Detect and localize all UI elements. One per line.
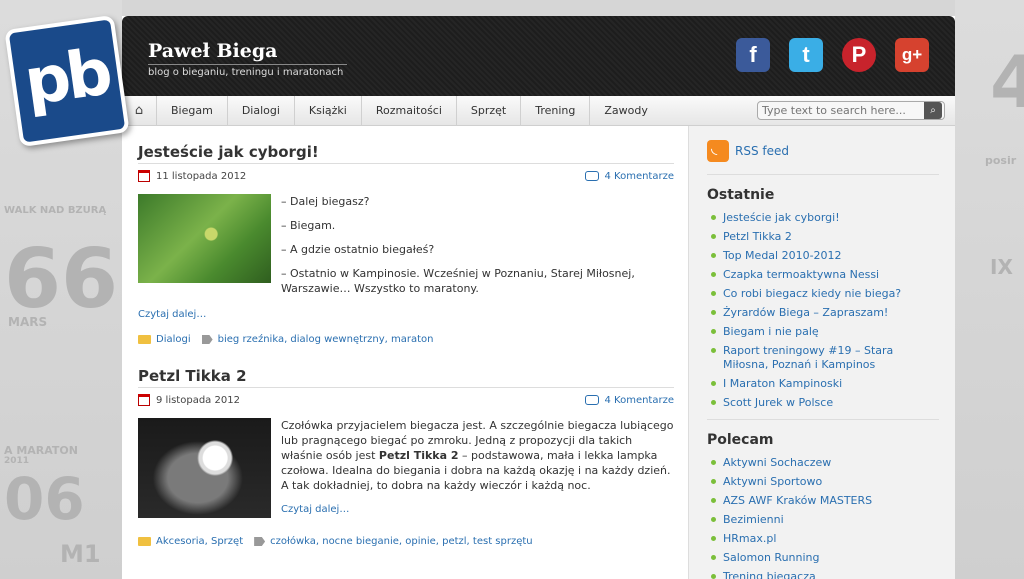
nav-item-zawody[interactable]: Zawody: [589, 95, 662, 126]
post-thumbnail[interactable]: [138, 194, 271, 283]
post-title[interactable]: Jesteście jak cyborgi!: [138, 143, 674, 164]
page-container: Paweł Biega blog o bieganiu, treningu i …: [122, 16, 955, 579]
read-more-link[interactable]: Czytaj dalej…: [138, 309, 674, 320]
paragraph: Czołówka przyjacielem biegacza jest. A s…: [281, 418, 674, 493]
recent-post-link[interactable]: Co robi biegacz kiedy nie biega?: [707, 285, 939, 304]
background-decor-text: posir: [985, 154, 1017, 167]
paragraph-bold: Petzl Tikka 2: [378, 449, 459, 462]
folder-icon: [138, 335, 151, 344]
background-decor-text: 06: [4, 465, 85, 533]
search-icon[interactable]: ⌕: [924, 102, 942, 119]
paragraph: – Biegam.: [281, 219, 336, 232]
post-tags: Dialogi bieg rzeźnika, dialog wewnętrzny…: [138, 334, 674, 345]
background-decor-text: M1: [60, 540, 101, 568]
comments-count[interactable]: 4 Komentarze: [604, 395, 674, 406]
recent-post-link[interactable]: Scott Jurek w Polsce: [707, 394, 939, 413]
read-more-link[interactable]: Czytaj dalej…: [281, 502, 674, 517]
category-link[interactable]: Akcesoria, Sprzęt: [156, 536, 243, 547]
recommended-link[interactable]: Salomon Running: [707, 549, 939, 568]
rss-feed-link[interactable]: RSS feed: [707, 138, 939, 175]
nav-item-biegam[interactable]: Biegam: [156, 95, 227, 126]
facebook-icon[interactable]: f: [736, 38, 770, 72]
post-title[interactable]: Petzl Tikka 2: [138, 367, 674, 388]
comments-link[interactable]: 4 Komentarze: [585, 394, 674, 406]
tags-links[interactable]: czołówka, nocne bieganie, opinie, petzl,…: [270, 536, 533, 547]
post-body: Czołówka przyjacielem biegacza jest. A s…: [138, 418, 674, 518]
post-date-text: 9 listopada 2012: [156, 394, 240, 406]
search-box: ⌕: [757, 101, 945, 120]
calendar-icon: [138, 394, 150, 406]
comments-link[interactable]: 4 Komentarze: [585, 170, 674, 182]
paragraph: – A gdzie ostatnio biegałeś?: [281, 243, 435, 256]
comment-icon: [585, 171, 600, 181]
recommended-links-list: Aktywni Sochaczew Aktywni Sportowo AZS A…: [707, 454, 939, 579]
twitter-icon[interactable]: t: [789, 38, 823, 72]
social-links: f t P g+: [736, 38, 929, 72]
comments-count[interactable]: 4 Komentarze: [604, 171, 674, 182]
post: Jesteście jak cyborgi! 11 listopada 2012…: [138, 143, 674, 345]
nav-item-sprzet[interactable]: Sprzęt: [455, 95, 520, 126]
post-date: 9 listopada 2012: [138, 394, 240, 406]
post-meta: 11 listopada 2012 4 Komentarze: [138, 170, 674, 182]
post-thumbnail[interactable]: [138, 418, 271, 518]
rss-icon: [707, 138, 729, 162]
recent-post-link[interactable]: Jesteście jak cyborgi!: [707, 209, 939, 228]
category-link[interactable]: Dialogi: [156, 334, 191, 345]
nav-item-rozmaitosci[interactable]: Rozmaitości: [360, 95, 456, 126]
post-date: 11 listopada 2012: [138, 170, 246, 182]
background-decor-text: 66: [4, 232, 119, 327]
recent-post-link[interactable]: Top Medal 2010-2012: [707, 247, 939, 266]
post-meta: 9 listopada 2012 4 Komentarze: [138, 394, 674, 406]
recent-post-link[interactable]: Petzl Tikka 2: [707, 228, 939, 247]
recommended-link[interactable]: HRmax.pl: [707, 530, 939, 549]
site-header: Paweł Biega blog o bieganiu, treningu i …: [122, 16, 955, 96]
post-excerpt: Czołówka przyjacielem biegacza jest. A s…: [281, 418, 674, 518]
search-input[interactable]: [758, 104, 924, 117]
recent-post-link[interactable]: Biegam i nie palę: [707, 323, 939, 342]
recent-post-link[interactable]: Żyrardów Biega – Zapraszam!: [707, 304, 939, 323]
recommended-link[interactable]: Aktywni Sportowo: [707, 473, 939, 492]
paragraph: – Ostatnio w Kampinosie. Wcześniej w Poz…: [281, 267, 635, 295]
recommended-link[interactable]: AZS AWF Kraków MASTERS: [707, 492, 939, 511]
post-excerpt: – Dalej biegasz? – Biegam. – A gdzie ost…: [281, 194, 674, 305]
post-date-text: 11 listopada 2012: [156, 170, 247, 182]
background-decor-text: 4: [990, 40, 1024, 124]
tags-links[interactable]: bieg rzeźnika, dialog wewnętrzny, marato…: [218, 334, 434, 345]
recommended-link[interactable]: Trening biegacza: [707, 568, 939, 579]
tag-icon: [201, 335, 213, 344]
rss-label[interactable]: RSS feed: [735, 144, 789, 158]
recent-post-link[interactable]: Raport treningowy #19 – Stara Miłosna, P…: [707, 342, 939, 375]
recent-posts-list: Jesteście jak cyborgi! Petzl Tikka 2 Top…: [707, 209, 939, 413]
site-title[interactable]: Paweł Biega: [148, 40, 277, 62]
tag-icon: [254, 537, 266, 546]
site-logo[interactable]: pb: [4, 14, 130, 148]
paragraph: – Dalej biegasz?: [281, 195, 370, 208]
pinterest-icon[interactable]: P: [842, 38, 876, 72]
comment-icon: [585, 395, 600, 405]
background-decor-text: MARS: [8, 315, 48, 329]
recent-heading: Ostatnie: [707, 187, 775, 203]
background-decor-text: WALK NAD BZURĄ: [4, 205, 107, 216]
main-content: Jesteście jak cyborgi! 11 listopada 2012…: [138, 143, 674, 547]
post-tags: Akcesoria, Sprzęt czołówka, nocne biegan…: [138, 536, 674, 547]
recommended-link[interactable]: Aktywni Sochaczew: [707, 454, 939, 473]
site-tagline: blog o bieganiu, treningu i maratonach: [148, 64, 347, 78]
google-plus-icon[interactable]: g+: [895, 38, 929, 72]
post: Petzl Tikka 2 9 listopada 2012 4 Komenta…: [138, 367, 674, 547]
divider: [707, 419, 939, 420]
nav-item-dialogi[interactable]: Dialogi: [226, 95, 294, 126]
recent-post-link[interactable]: Czapka termoaktywna Nessi: [707, 266, 939, 285]
background-decor-text: IX: [990, 255, 1013, 279]
main-navigation: ⌂ Biegam Dialogi Książki Rozmaitości Spr…: [122, 95, 955, 126]
nav-item-trening[interactable]: Trening: [520, 95, 589, 126]
folder-icon: [138, 537, 151, 546]
sidebar: RSS feed Ostatnie Jesteście jak cyborgi!…: [688, 126, 955, 579]
recent-post-link[interactable]: I Maraton Kampinoski: [707, 375, 939, 394]
recommend-heading: Polecam: [707, 432, 774, 448]
nav-item-ksiazki[interactable]: Książki: [293, 95, 361, 126]
recommended-link[interactable]: Bezimienni: [707, 511, 939, 530]
calendar-icon: [138, 170, 150, 182]
post-body: – Dalej biegasz? – Biegam. – A gdzie ost…: [138, 194, 674, 305]
